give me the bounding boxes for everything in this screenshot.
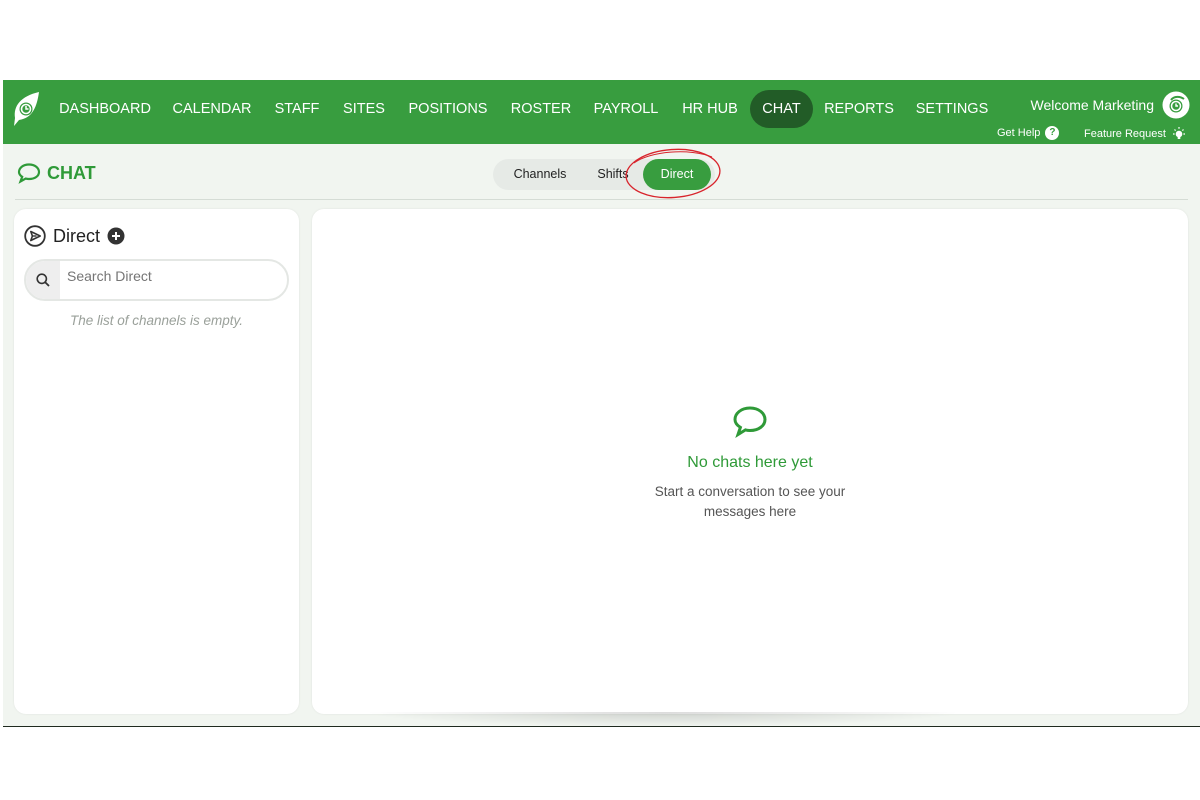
send-circle-icon (24, 225, 46, 247)
annotation-ellipse (625, 148, 721, 199)
nav-chat[interactable]: CHAT (750, 90, 813, 128)
top-nav-bar: DASHBOARD CALENDAR STAFF SITES POSITIONS… (3, 80, 1200, 144)
header-divider (15, 199, 1188, 200)
search-direct-field[interactable] (24, 259, 289, 301)
empty-channels-note: The list of channels is empty. (69, 313, 244, 328)
nav-reports[interactable]: REPORTS (819, 90, 899, 128)
search-input[interactable] (67, 268, 267, 284)
feature-request-label: Feature Request (1084, 128, 1166, 140)
empty-state: No chats here yet Start a conversation t… (312, 405, 1188, 522)
app-logo[interactable] (11, 88, 43, 128)
get-help-link[interactable]: Get Help ? (997, 126, 1060, 140)
welcome-text: Welcome Marketing (1030, 97, 1154, 113)
direct-title: Direct (53, 225, 101, 246)
question-icon: ? (1045, 126, 1060, 140)
nav-calendar[interactable]: CALENDAR (166, 90, 258, 128)
panel-shadow (363, 712, 963, 726)
nav-staff[interactable]: STAFF (269, 90, 325, 128)
empty-state-title: No chats here yet (687, 454, 813, 471)
search-icon (36, 273, 50, 287)
tab-channels[interactable]: Channels (501, 159, 579, 190)
nav-sites[interactable]: SITES (337, 90, 391, 128)
chat-bubble-icon (17, 163, 41, 184)
user-avatar-icon[interactable] (1162, 91, 1190, 119)
nav-hr-hub[interactable]: HR HUB (675, 90, 745, 128)
get-help-label: Get Help (997, 127, 1041, 139)
direct-header: Direct (24, 225, 125, 247)
search-icon-area (26, 261, 60, 299)
add-direct-button[interactable] (107, 227, 125, 245)
nav-dashboard[interactable]: DASHBOARD (53, 90, 157, 128)
app-window: DASHBOARD CALENDAR STAFF SITES POSITIONS… (3, 80, 1200, 727)
chat-main-panel: No chats here yet Start a conversation t… (312, 209, 1188, 714)
nav-roster[interactable]: ROSTER (503, 90, 579, 128)
nav-settings[interactable]: SETTINGS (909, 90, 995, 128)
page-title-text: CHAT (47, 162, 96, 183)
nav-positions[interactable]: POSITIONS (401, 90, 495, 128)
direct-list-panel: Direct The list of channels is empty. (14, 209, 299, 714)
empty-state-subtitle: Start a conversation to see your message… (654, 484, 846, 519)
chat-bubble-empty-icon (733, 406, 767, 438)
lightbulb-icon (1172, 127, 1185, 139)
nav-payroll[interactable]: PAYROLL (587, 90, 665, 128)
page-title: CHAT (17, 162, 96, 184)
feature-request-link[interactable]: Feature Request (1084, 126, 1187, 142)
